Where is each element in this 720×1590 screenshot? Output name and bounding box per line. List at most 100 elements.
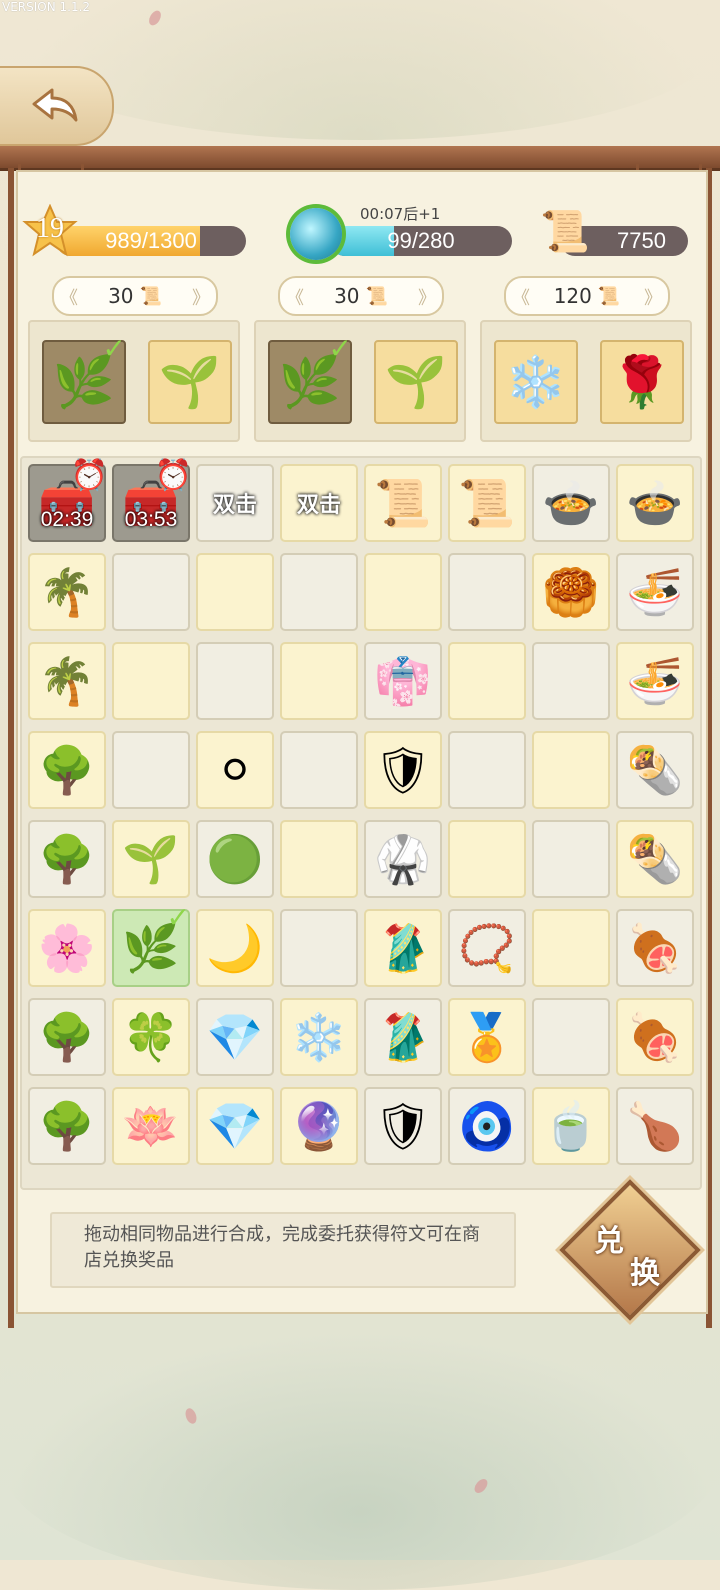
board-cell-wrap-roll[interactable]: 🌯: [616, 820, 694, 898]
board-cell-empty[interactable]: [532, 820, 610, 898]
board-cell-red-blossom-tree[interactable]: 🌳: [28, 731, 106, 809]
board-cell-lotus-flower[interactable]: 🪷: [112, 1087, 190, 1165]
board-cell-green-vine[interactable]: 🌿 ✓: [112, 901, 190, 987]
board-cell-empty[interactable]: [196, 642, 274, 720]
board-cell-empty[interactable]: [280, 820, 358, 898]
board-cell-soup-bowl[interactable]: 🍲: [532, 464, 610, 542]
noodle-bowl-icon: 🍜: [626, 565, 684, 619]
board-cell-treasure-chest[interactable]: 🧰 ⏰ 02:39: [28, 458, 108, 542]
board-cell-blue-crystal[interactable]: 💎: [196, 998, 274, 1076]
board-cell-pearl[interactable]: ⚪: [196, 731, 274, 809]
clock-icon: ⏰: [154, 458, 192, 493]
order-item-needed: 🌱: [374, 340, 458, 424]
board-cell-empty[interactable]: [532, 731, 610, 809]
double-hit-chest-icon: 双击: [296, 493, 341, 518]
board-cell-roast-ribs[interactable]: 🍖: [616, 909, 694, 987]
board-cell-empty[interactable]: [112, 731, 190, 809]
green-sprout-icon: 🌱: [122, 832, 180, 886]
roast-chicken-icon: 🍗: [626, 1099, 684, 1153]
blue-crystal-icon: 💎: [206, 1099, 264, 1153]
board-cell-empty[interactable]: [532, 998, 610, 1076]
board-cell-empty[interactable]: [448, 820, 526, 898]
scroll-icon: 📜: [597, 285, 621, 307]
board-cell-empty[interactable]: [280, 909, 358, 987]
board-cell-silver-armor[interactable]: 🛡: [364, 1087, 442, 1165]
scroll-stack-icon: 📜: [374, 476, 432, 530]
checkmark-icon: ✓: [328, 332, 352, 365]
board-cell-empty[interactable]: [280, 642, 358, 720]
snowflake-icon: ❄️: [290, 1010, 348, 1064]
board-cell-roast-chicken[interactable]: 🍗: [616, 1087, 694, 1165]
board-cell-red-blossom-tree[interactable]: 🌳: [28, 820, 106, 898]
order-card-3[interactable]: ❄️ 🌹: [480, 320, 692, 442]
board-cell-purple-armor[interactable]: 🥻: [364, 998, 442, 1076]
board-cell-empty[interactable]: [532, 642, 610, 720]
board-cell-noodle-bowl[interactable]: 🍜: [616, 553, 694, 631]
soup-bowl-icon: 🍲: [626, 476, 684, 530]
wooden-beam-decoration: [0, 146, 720, 189]
crescent-moon-icon: 🌙: [206, 921, 264, 975]
board-cell-empty[interactable]: [448, 642, 526, 720]
board-cell-double-hit-locked-chest[interactable]: 双击: [196, 464, 274, 542]
board-cell-tea-bowl[interactable]: 🍵: [532, 1087, 610, 1165]
double-hit-locked-chest-icon: 双击: [212, 493, 257, 518]
order-item-needed: 🌱: [148, 340, 232, 424]
board-cell-green-armor[interactable]: 🥋: [364, 820, 442, 898]
board-cell-flower-tree[interactable]: 🌴: [28, 642, 106, 720]
board-cell-empty[interactable]: [448, 731, 526, 809]
back-button[interactable]: [0, 66, 114, 146]
green-sprout-icon: 🌱: [384, 352, 448, 411]
board-cell-scroll-sword[interactable]: 📜: [448, 464, 526, 542]
board-cell-empty[interactable]: [532, 909, 610, 987]
gold-amulet-icon: 🏅: [458, 1010, 516, 1064]
order-cost-value: 30: [334, 284, 360, 308]
board-cell-empty[interactable]: [112, 642, 190, 720]
green-sprout-icon: 🌱: [158, 352, 222, 411]
board-cell-noodle-bowl[interactable]: 🍜: [616, 642, 694, 720]
board-cell-empty[interactable]: [280, 553, 358, 631]
board-cell-scroll-stack[interactable]: 📜: [364, 464, 442, 542]
board-cell-purple-willow-tree[interactable]: 🌳: [28, 998, 106, 1076]
board-cell-crescent-moon[interactable]: 🌙: [196, 909, 274, 987]
board-cell-gold-amulet[interactable]: 🏅: [448, 998, 526, 1076]
board-cell-pink-crystal[interactable]: 🔮: [280, 1087, 358, 1165]
board-cell-wrap-roll[interactable]: 🌯: [616, 731, 694, 809]
board-cell-empty[interactable]: [448, 553, 526, 631]
order-card-1[interactable]: 🌿 ✓ 🌱: [28, 320, 240, 442]
board-cell-purple-robe[interactable]: 👘: [364, 642, 442, 720]
cooldown-timer: 02:39: [40, 508, 94, 531]
board-cell-turquoise-pendant[interactable]: 🧿: [448, 1087, 526, 1165]
board-cell-flower-tree[interactable]: 🌴: [28, 553, 106, 631]
pearl-icon: ⚪: [215, 743, 255, 797]
board-cell-soup-bowl[interactable]: 🍲: [616, 464, 694, 542]
silver-armor-icon: 🛡: [373, 1099, 433, 1153]
board-cell-pink-blossom-tree[interactable]: 🌸: [28, 909, 106, 987]
mooncake-icon: 🥮: [542, 565, 600, 619]
board-cell-green-jade[interactable]: 🟢: [196, 820, 274, 898]
board-cell-empty[interactable]: [364, 553, 442, 631]
board-cell-green-sprout[interactable]: 🌱: [112, 820, 190, 898]
order-cost-1: 《 30 📜 》: [52, 276, 218, 316]
board-cell-treasure-chest[interactable]: 🧰 ⏰ 03:53: [112, 458, 192, 542]
board-cell-double-hit-chest[interactable]: 双击: [280, 464, 358, 542]
version-label: VERSION 1.1.2: [2, 0, 91, 14]
scroll-icon: 📜: [540, 209, 590, 255]
board-cell-jade-pendant[interactable]: 📿: [448, 909, 526, 987]
board-cell-roast-ribs[interactable]: 🍖: [616, 998, 694, 1076]
board-cell-gold-armor[interactable]: 🥻: [364, 909, 442, 987]
board-cell-empty[interactable]: [112, 553, 190, 631]
board-cell-empty[interactable]: [280, 731, 358, 809]
board-cell-four-leaf-clover[interactable]: 🍀: [112, 998, 190, 1076]
board-cell-empty[interactable]: [196, 553, 274, 631]
board-cell-snowflake[interactable]: ❄️: [280, 998, 358, 1076]
board-cell-blue-armor[interactable]: 🛡: [364, 731, 442, 809]
blue-armor-icon: 🛡: [373, 743, 433, 797]
board-cell-blue-crystal[interactable]: 💎: [196, 1087, 274, 1165]
board-cell-mooncake[interactable]: 🥮: [532, 553, 610, 631]
board-cell-purple-willow-tree[interactable]: 🌳: [28, 1087, 106, 1165]
purple-willow-tree-icon: 🌳: [38, 1010, 96, 1064]
blue-crystal-icon: 💎: [206, 1010, 264, 1064]
scroll-icon: 📜: [139, 285, 162, 307]
order-card-2[interactable]: 🌿 ✓ 🌱: [254, 320, 466, 442]
back-arrow-icon: [32, 88, 78, 122]
